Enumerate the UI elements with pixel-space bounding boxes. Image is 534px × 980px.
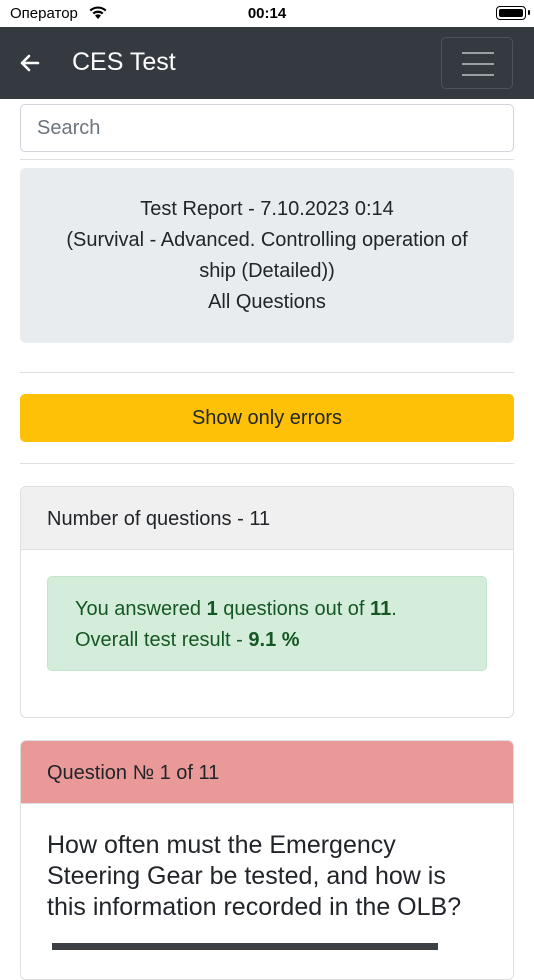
show-only-errors-button[interactable]: Show only errors [20, 394, 514, 442]
divider [20, 159, 514, 160]
result-alert: You answered 1 questions out of 11. Over… [47, 576, 487, 671]
divider [20, 463, 514, 464]
result-percent: 9.1 % [248, 629, 300, 651]
menu-toggle-button[interactable] [441, 37, 513, 89]
summary-header: Number of questions - 11 [21, 487, 513, 550]
question-text: How often must the Emergency Steering Ge… [47, 831, 462, 921]
total-count: 11 [370, 598, 392, 620]
question-header: Question № 1 of 11 [21, 741, 513, 804]
report-scope: All Questions [208, 291, 326, 313]
divider [20, 372, 514, 373]
search-input[interactable] [20, 104, 514, 152]
report-subject: (Survival - Advanced. Controlling operat… [66, 229, 468, 282]
answered-line: You answered 1 questions out of 11. [75, 598, 397, 620]
result-line: Overall test result - 9.1 % [75, 629, 300, 651]
hamburger-icon [462, 52, 494, 54]
report-title: Test Report - 7.10.2023 0:14 [140, 198, 394, 220]
back-arrow-icon[interactable] [16, 49, 44, 77]
summary-card: Number of questions - 11 You answered 1 … [20, 486, 514, 718]
hamburger-icon [462, 63, 494, 65]
hamburger-icon [462, 74, 494, 76]
battery-icon [496, 6, 530, 20]
clock: 00:14 [247, 5, 287, 22]
question-image [52, 943, 438, 950]
report-info-box: Test Report - 7.10.2023 0:14 (Survival -… [20, 168, 514, 343]
answered-count: 1 [206, 598, 218, 620]
status-bar: Оператор 00:14 [0, 0, 534, 27]
navbar: CES Test [0, 27, 534, 99]
page-title: CES Test [72, 48, 176, 76]
